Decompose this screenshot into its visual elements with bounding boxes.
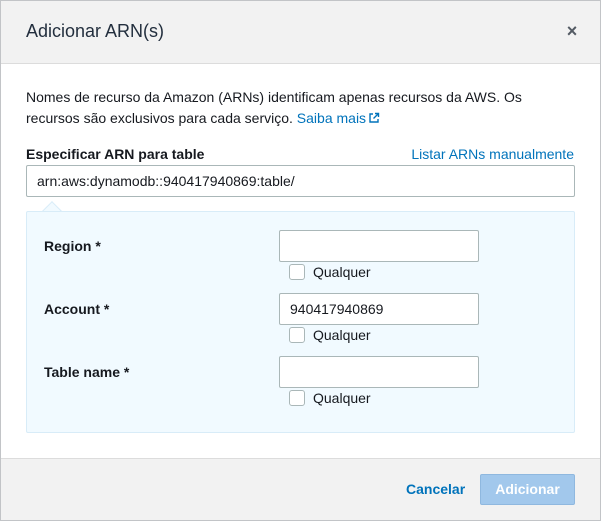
account-input[interactable] xyxy=(279,293,479,325)
table-name-any-checkbox[interactable] xyxy=(289,390,305,406)
list-arns-manually-link[interactable]: Listar ARNs manualmente xyxy=(411,146,574,162)
dialog-description: Nomes de recurso da Amazon (ARNs) identi… xyxy=(26,87,576,129)
account-label: Account * xyxy=(44,301,110,317)
cancel-button[interactable]: Cancelar xyxy=(406,481,465,497)
account-any-label: Qualquer xyxy=(313,327,371,343)
region-any-checkbox[interactable] xyxy=(289,264,305,280)
region-label: Region * xyxy=(44,238,101,254)
learn-more-link[interactable]: Saiba mais xyxy=(297,110,380,126)
dialog-header: Adicionar ARN(s) × xyxy=(1,1,600,64)
arn-input[interactable] xyxy=(26,165,575,197)
external-link-icon xyxy=(369,112,380,123)
table-name-input[interactable] xyxy=(279,356,479,388)
table-name-label: Table name * xyxy=(44,364,130,380)
add-arn-dialog: Adicionar ARN(s) × Nomes de recurso da A… xyxy=(0,0,601,521)
close-icon[interactable]: × xyxy=(564,21,580,41)
table-name-any-label: Qualquer xyxy=(313,390,371,406)
region-input[interactable] xyxy=(279,230,479,262)
account-any-checkbox[interactable] xyxy=(289,327,305,343)
dialog-title: Adicionar ARN(s) xyxy=(26,21,165,41)
region-any-label: Qualquer xyxy=(313,264,371,280)
add-button[interactable]: Adicionar xyxy=(480,474,575,505)
arn-field-label: Especificar ARN para table xyxy=(26,146,205,162)
description-text: Nomes de recurso da Amazon (ARNs) identi… xyxy=(26,89,522,126)
